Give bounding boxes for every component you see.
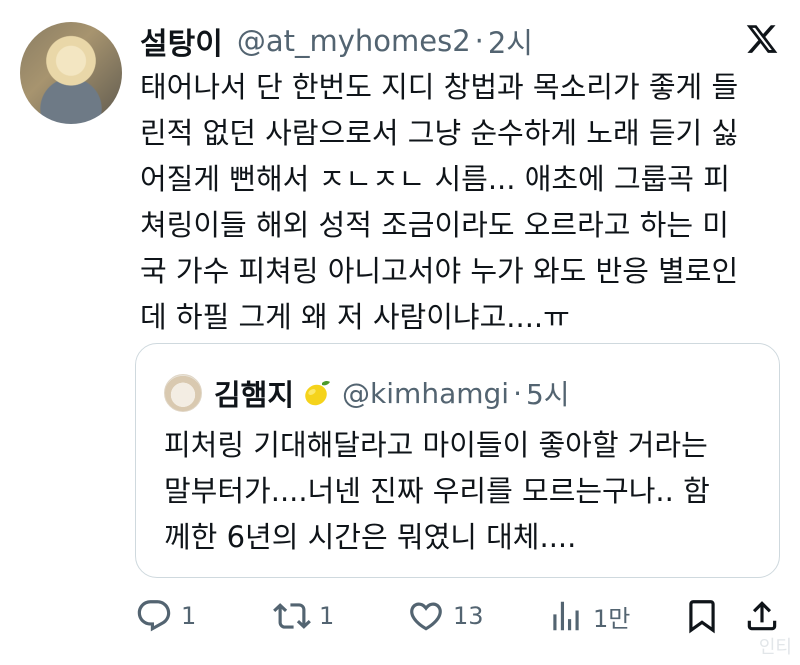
heart-icon: [410, 602, 442, 631]
action-bar: 1 1 13 1만: [135, 592, 785, 640]
quoted-author-avatar: [164, 374, 202, 412]
retweet-count: 1: [319, 602, 335, 630]
author-display-name[interactable]: 설탕이: [140, 19, 223, 63]
separator-dot: ·: [474, 24, 484, 58]
views-count: 1만: [593, 604, 631, 633]
like-count: 13: [453, 602, 484, 630]
tweet-text-line: 국 가수 피쳐링 아니고서야 누가 와도 반응 별로인: [140, 254, 739, 288]
quoted-author-handle: @kimhamgi: [342, 376, 510, 410]
quoted-text-line: 께한 6년의 시간은 뭐였니 대체....: [164, 520, 577, 554]
watermark: 인티: [758, 637, 792, 658]
share-icon: [747, 601, 777, 631]
quoted-text-line: 피처링 기대해달라고 마이들이 좋아할 거라는: [164, 428, 708, 462]
reply-count: 1: [181, 602, 197, 630]
bookmark-button[interactable]: [683, 592, 721, 640]
tweet-text-line: 쳐링이들 해외 성적 조금이라도 오르라고 하는 미: [140, 208, 729, 242]
quoted-text-line: 말부터가....너넨 진짜 우리를 모르는구나.. 함: [164, 474, 710, 508]
views-button[interactable]: 1만: [547, 592, 630, 640]
views-bar-chart-icon: [553, 601, 579, 631]
reply-icon: [137, 600, 171, 632]
quoted-tweet-text: 피처링 기대해달라고 마이들이 좋아할 거라는 말부터가....너넨 진짜 우리…: [164, 422, 764, 560]
tweet-timestamp[interactable]: 2시: [488, 20, 533, 62]
retweet-button[interactable]: 1: [273, 592, 334, 640]
tweet-text-line: 데 하필 그게 왜 저 사람이냐고....ㅠ: [140, 300, 570, 334]
tweet-text: 태어나서 단 한번도 지디 창법과 목소리가 좋게 들 린적 없던 사람으로서 …: [140, 64, 785, 340]
quoted-tweet[interactable]: 김햄지 @kimhamgi · 5시 피처링 기대해달라고 마이들이 좋아할 거…: [135, 343, 780, 578]
tweet-text-line: 태어나서 단 한번도 지디 창법과 목소리가 좋게 들: [140, 70, 739, 104]
tweet-text-line: 린적 없던 사람으로서 그냥 순수하게 노래 듣기 싫: [140, 116, 739, 150]
quoted-tweet-timestamp: 5시: [525, 378, 570, 411]
like-button[interactable]: 13: [407, 592, 484, 640]
bookmark-icon: [689, 600, 715, 634]
tweet-header: 설탕이 @at_myhomes2 · 2시: [140, 18, 533, 64]
author-avatar[interactable]: [20, 22, 122, 124]
separator-dot: ·: [513, 376, 522, 410]
tweet-text-line: 어질게 뻔해서 ㅈㄴㅈㄴ 시름... 애초에 그룹곡 피: [140, 162, 730, 196]
reply-button[interactable]: 1: [135, 592, 196, 640]
x-logo-icon[interactable]: [745, 22, 779, 56]
quoted-author-display-name: 김햄지: [214, 378, 295, 412]
lemon-emoji-icon: [305, 381, 331, 406]
author-handle[interactable]: @at_myhomes2: [237, 24, 471, 58]
retweet-icon: [273, 603, 311, 629]
quoted-tweet-header: 김햄지 @kimhamgi · 5시: [214, 372, 570, 414]
